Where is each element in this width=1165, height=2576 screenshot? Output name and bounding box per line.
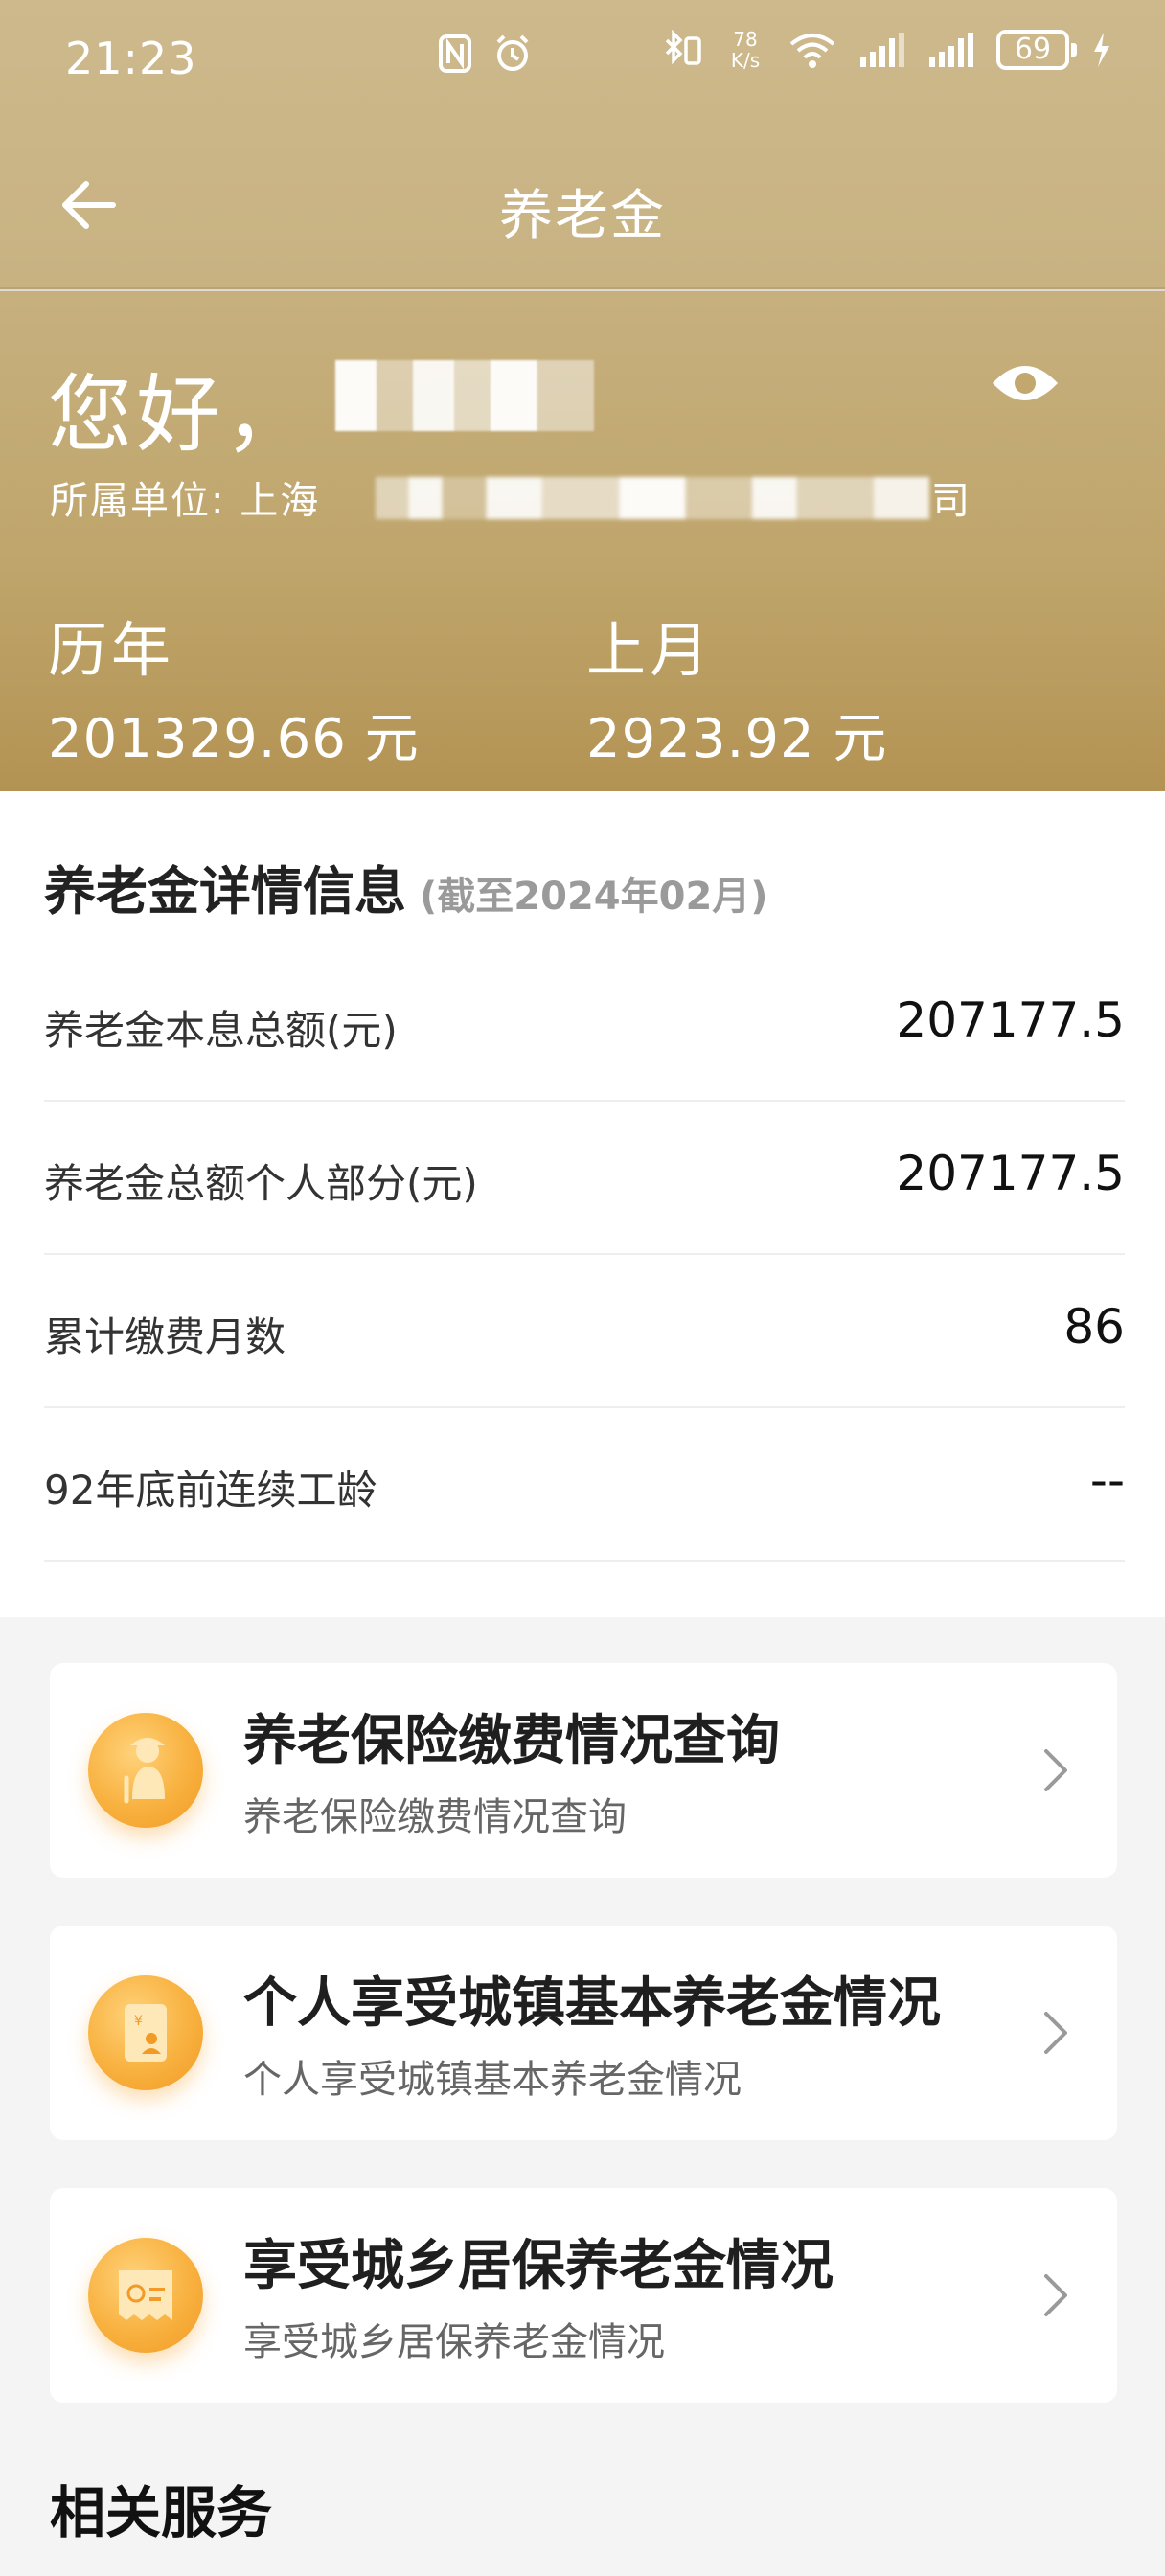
detail-row-value: 86	[1063, 1299, 1125, 1355]
header: 21:23 78 K/s 69 养老金	[0, 0, 1165, 291]
detail-row: 92年底前连续工龄 --	[44, 1408, 1125, 1562]
nav-bar: 养老金	[0, 134, 1165, 278]
status-center-icons	[437, 33, 531, 75]
history-value: 201329.66 元	[48, 708, 420, 770]
eye-icon[interactable]	[989, 354, 1062, 412]
status-right-icons: 78 K/s 69	[661, 29, 1113, 71]
service-card-contribution-query[interactable]: 养老保险缴费情况查询 养老保险缴费情况查询	[50, 1663, 1117, 1878]
last-month-value: 2923.92 元	[586, 708, 888, 770]
page-title: 养老金	[499, 185, 666, 247]
masked-user-name	[335, 360, 594, 431]
receipt-icon	[88, 2238, 203, 2353]
card-title: 养老保险缴费情况查询	[243, 1710, 780, 1772]
detail-row-value: --	[1089, 1452, 1125, 1508]
net-speed-value: 78	[733, 28, 758, 51]
service-card-urban-pension[interactable]: ¥ 个人享受城镇基本养老金情况 个人享受城镇基本养老金情况	[50, 1926, 1117, 2140]
detail-row-label: 92年底前连续工龄	[44, 1467, 377, 1514]
detail-row-value: 207177.5	[896, 1146, 1125, 1201]
details-subtitle: (截至2024年02月)	[420, 875, 768, 919]
net-speed: 78 K/s	[724, 29, 766, 71]
detail-row-label: 养老金总额个人部分(元)	[44, 1160, 478, 1207]
nfc-icon	[439, 34, 471, 73]
card-subtitle: 养老保险缴费情况查询	[243, 1795, 627, 1839]
greeting-text: 您好，	[48, 365, 313, 464]
card-subtitle: 享受城乡居保养老金情况	[243, 2320, 665, 2364]
employer-tail: 司	[931, 479, 970, 523]
last-month-label: 上月	[586, 615, 714, 685]
detail-row-label: 累计缴费月数	[44, 1313, 286, 1360]
service-card-rural-pension[interactable]: 享受城乡居保养老金情况 享受城乡居保养老金情况	[50, 2188, 1117, 2403]
alarm-icon	[496, 34, 529, 71]
elderly-person-icon	[88, 1713, 203, 1828]
card-title: 个人享受城镇基本养老金情况	[243, 1972, 941, 2035]
related-services-title: 相关服务	[50, 2480, 273, 2545]
details-title: 养老金详情信息	[44, 861, 406, 922]
status-time: 21:23	[65, 33, 197, 84]
history-label: 历年	[48, 615, 175, 685]
bluetooth-battery-icon	[665, 29, 701, 65]
detail-row: 养老金本息总额(元) 207177.5	[44, 948, 1125, 1102]
wifi-icon	[789, 34, 835, 68]
signal-icon-2	[929, 33, 973, 67]
chevron-right-icon	[1044, 2274, 1067, 2316]
svg-text:¥: ¥	[134, 2014, 143, 2029]
card-title: 享受城乡居保养老金情况	[243, 2235, 834, 2297]
employer-label: 所属单位: 上海	[50, 479, 321, 523]
charging-icon	[1094, 33, 1109, 67]
detail-row-label: 养老金本息总额(元)	[44, 1007, 398, 1054]
chevron-right-icon	[1044, 1749, 1067, 1791]
pension-details-section: 养老金详情信息 (截至2024年02月) 养老金本息总额(元) 207177.5…	[0, 791, 1165, 1617]
detail-row: 累计缴费月数 86	[44, 1255, 1125, 1408]
detail-row: 养老金总额个人部分(元) 207177.5	[44, 1102, 1125, 1255]
net-speed-unit: K/s	[730, 49, 761, 72]
status-bar: 21:23 78 K/s 69	[0, 0, 1165, 115]
signal-icon-1	[860, 33, 904, 67]
card-subtitle: 个人享受城镇基本养老金情况	[243, 2058, 742, 2102]
masked-employer-name	[376, 477, 929, 519]
details-title-group: 养老金详情信息 (截至2024年02月)	[44, 849, 768, 924]
account-summary: 您好， 所属单位: 上海 司 历年 201329.66 元 上月 2923.92…	[0, 291, 1165, 791]
chevron-right-icon	[1044, 2012, 1067, 2054]
document-icon: ¥	[88, 1975, 203, 2090]
battery-indicator: 69	[996, 30, 1077, 70]
detail-row-value: 207177.5	[896, 992, 1125, 1048]
